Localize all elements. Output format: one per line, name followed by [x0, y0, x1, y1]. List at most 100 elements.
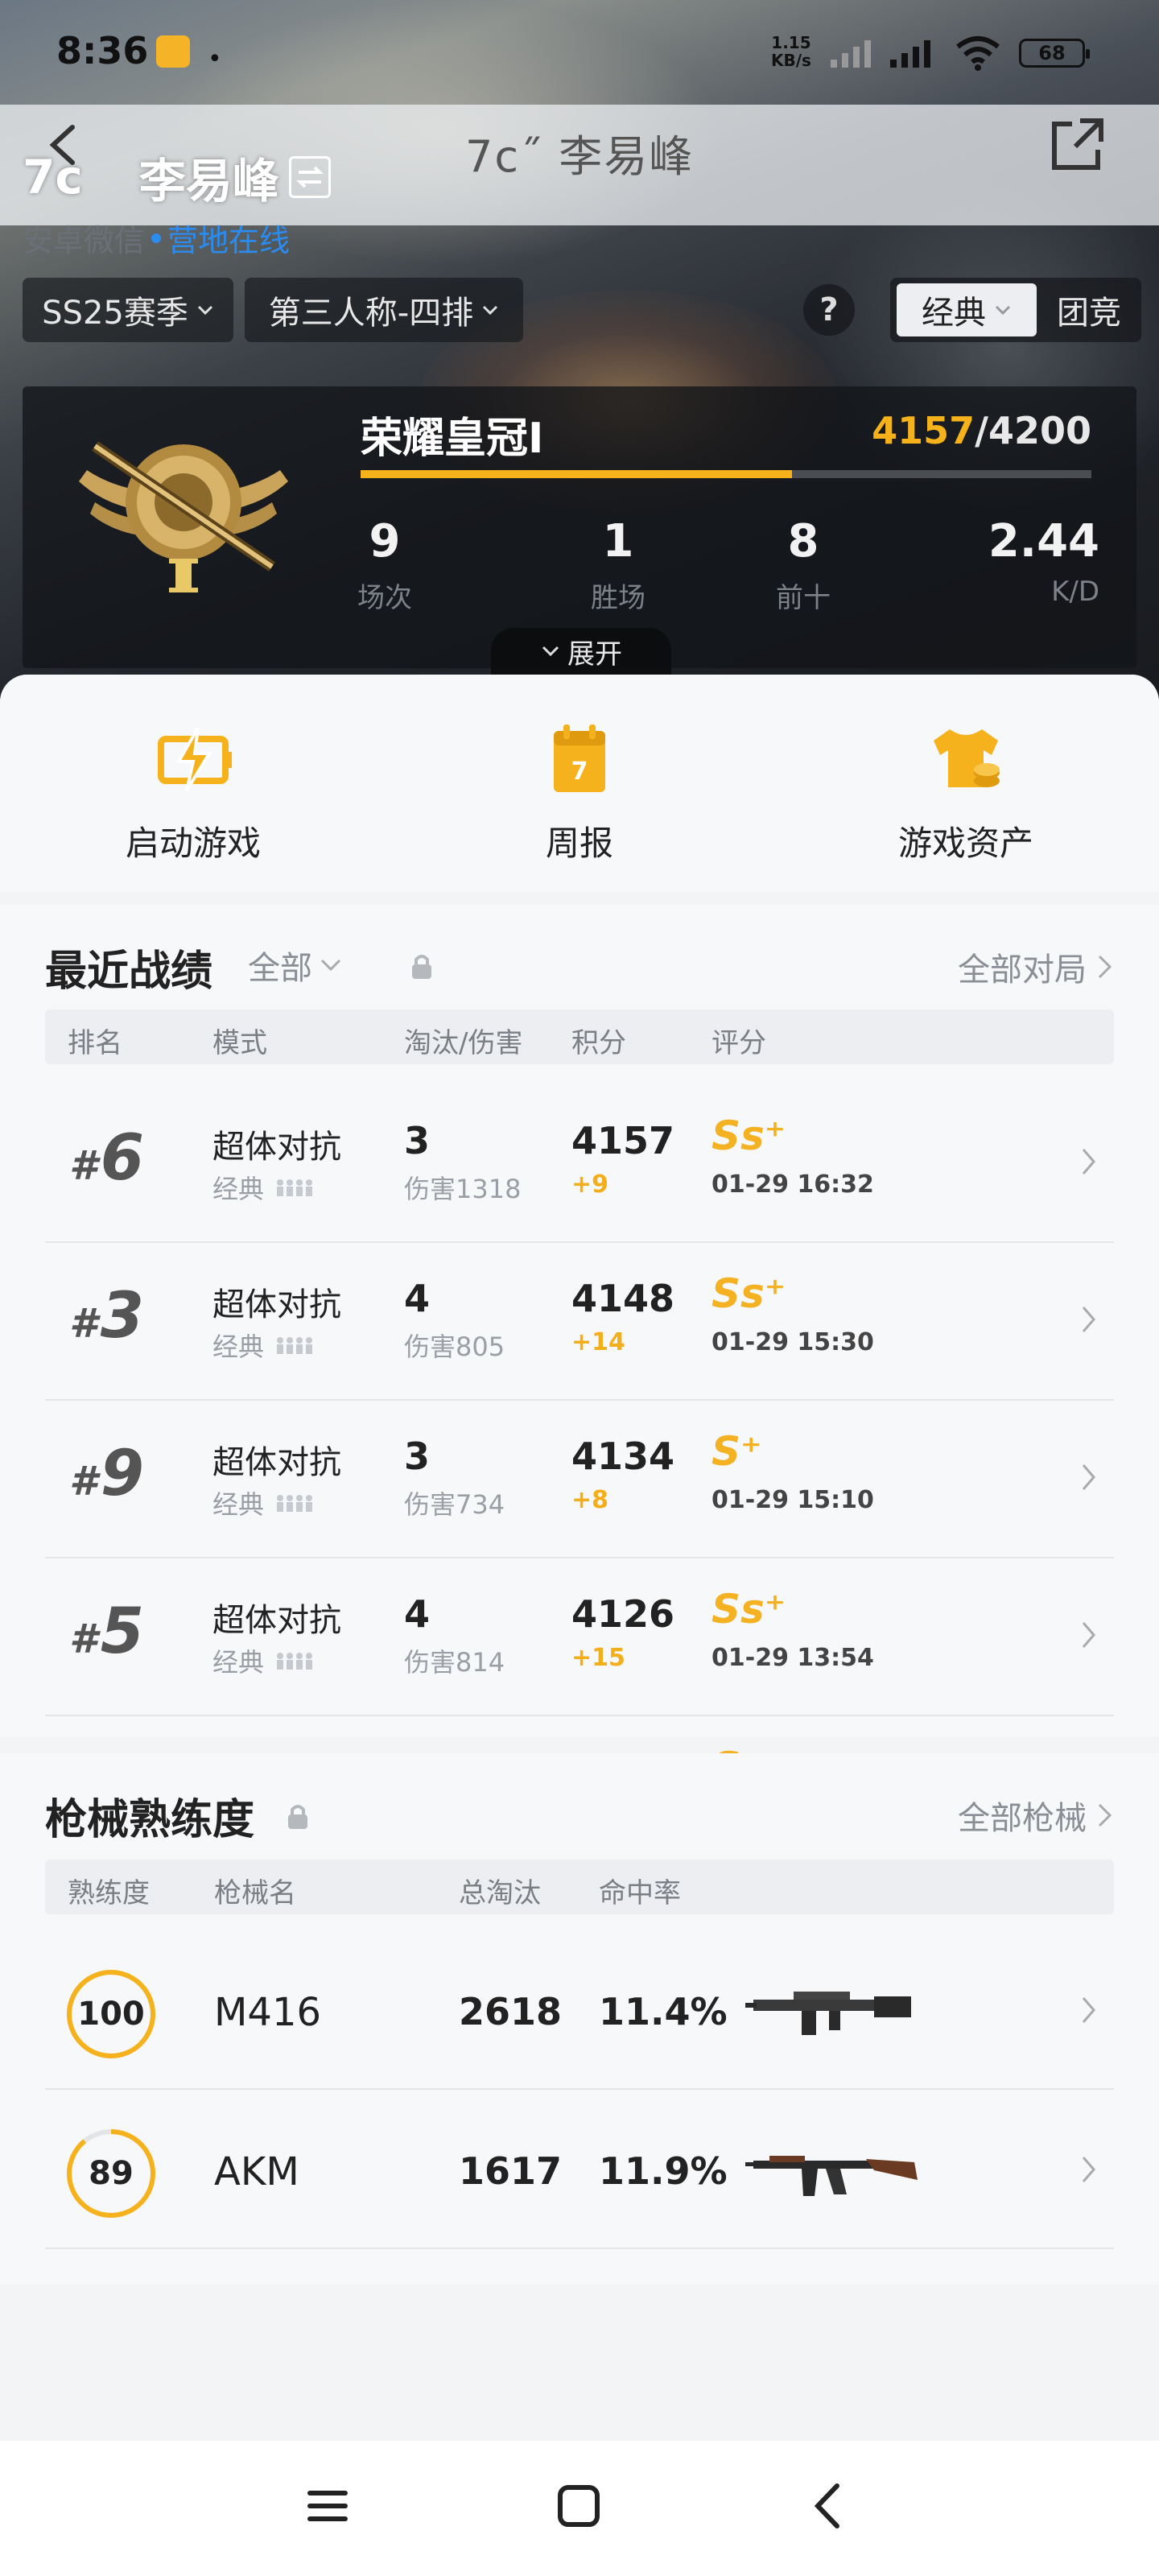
quick-action-label: 启动游戏: [125, 824, 261, 863]
back-nav-icon[interactable]: [802, 2478, 858, 2534]
rank-points-max: 4200: [988, 409, 1091, 452]
recent-matches-title: 最近战绩: [45, 947, 213, 996]
username: 李易峰: [138, 154, 279, 208]
share-icon[interactable]: [1048, 114, 1107, 174]
header-grade: 评分: [711, 1027, 766, 1059]
quick-action-weekly[interactable]: 7 周报: [459, 723, 700, 865]
weapon-row[interactable]: 89 AKM 1617 11.9%: [45, 2090, 1114, 2249]
platform-label: 安卓微信: [23, 223, 146, 258]
rank-progress-fill: [361, 470, 792, 478]
squad-icon: [277, 1179, 313, 1196]
chevron-right-icon: [1082, 2157, 1095, 2182]
battery-icon: 68: [1019, 39, 1090, 68]
all-weapons-label: 全部枪械: [958, 1800, 1087, 1837]
quick-action-launch[interactable]: 启动游戏: [72, 723, 314, 865]
header-mastery: 熟练度: [68, 1877, 150, 1909]
match-damage: 伤害1318: [404, 1174, 522, 1204]
match-grade: Ss⁺: [711, 1586, 786, 1633]
match-sub: 经典: [212, 1169, 314, 1206]
stat-value: 2.44: [988, 515, 1099, 568]
quick-action-assets[interactable]: 游戏资产: [845, 723, 1087, 865]
match-rank: #9: [69, 1438, 145, 1510]
online-dot: [151, 233, 162, 243]
all-matches-link[interactable]: 全部对局: [958, 943, 1114, 990]
recent-filter-label: 全部: [248, 950, 312, 987]
stat-matches: 9 场次: [344, 515, 425, 615]
stat-kd: 2.44 K/D: [979, 515, 1099, 608]
crown-rank-badge: [79, 441, 288, 592]
stat-value: 1: [602, 515, 634, 568]
season-dropdown[interactable]: SS25赛季: [23, 278, 233, 342]
expand-label: 展开: [567, 638, 622, 671]
match-row[interactable]: #6 超体对抗 经典 3 伤害1318 4157 +9 Ss⁺ 01-29 16:32: [45, 1082, 1114, 1243]
chevron-right-icon: [1082, 1997, 1095, 2023]
chevron-right-icon: [1082, 1622, 1095, 1648]
avatar[interactable]: 7c: [23, 150, 83, 204]
user-row: 7c 李易峰: [23, 145, 331, 209]
rank-points-separator: /: [975, 409, 988, 452]
stat-value: 8: [787, 515, 819, 568]
weapon-name: AKM: [214, 2149, 299, 2194]
match-kills: 4: [404, 1277, 431, 1320]
match-row[interactable]: #5 超体对抗 经典 4 伤害814 4126 +15 Ss⁺ 01-29 13:54: [45, 1555, 1114, 1716]
home-icon[interactable]: [551, 2478, 607, 2534]
weapon-table-header: 熟练度 枪械名 总淘汰 命中率: [45, 1860, 1114, 1914]
segment-classic[interactable]: 经典: [897, 283, 1037, 336]
match-date: 01-29 13:54: [711, 1644, 874, 1672]
net-speed: 1.15 KB/s: [771, 34, 811, 69]
notification-icon: [156, 35, 190, 68]
match-rank: #6: [69, 1122, 145, 1195]
stat-label: K/D: [1051, 576, 1099, 608]
match-mode: 超体对抗: [212, 1129, 341, 1166]
all-weapons-link[interactable]: 全部枪械: [958, 1792, 1114, 1839]
segment-tdm[interactable]: 团竞: [1037, 283, 1141, 336]
squad-icon: [277, 1337, 313, 1354]
match-score: 4134: [571, 1435, 675, 1478]
signal-hd-icon: [890, 40, 930, 68]
match-sub: 经典: [212, 1327, 314, 1364]
system-nav-bar: [0, 2441, 1159, 2576]
match-kills: 3: [404, 1435, 431, 1478]
match-date: 01-29 15:10: [711, 1486, 874, 1514]
chevron-down-icon: [995, 305, 1011, 316]
weapon-mastery-section: 枪械熟练度 全部枪械 熟练度 枪械名 总淘汰 命中率 100 M416 2618 11…: [0, 1753, 1159, 2285]
rank-points: 4157/4200: [872, 409, 1091, 452]
stat-top10: 8 前十: [763, 515, 843, 615]
mode-dropdown[interactable]: 第三人称-四排: [245, 278, 523, 342]
chevron-right-icon: [1098, 955, 1112, 979]
match-row[interactable]: #9 超体对抗 经典 3 伤害734 4134 +8 S⁺ 01-29 15:10: [45, 1397, 1114, 1558]
header-kills-damage: 淘汰/伤害: [404, 1027, 523, 1059]
match-sub: 经典: [212, 1484, 314, 1521]
weapon-row[interactable]: 100 M416 2618 11.4%: [45, 1930, 1114, 2090]
recent-table-header: 排名 模式 淘汰/伤害 积分 评分: [45, 1009, 1114, 1064]
match-score: 4157: [571, 1119, 675, 1162]
quick-actions: 启动游戏 7 周报 游戏资产: [0, 675, 1159, 892]
recent-filter-dropdown[interactable]: 全部: [248, 942, 343, 989]
stat-label: 胜场: [591, 582, 645, 614]
menu-icon[interactable]: [299, 2478, 356, 2534]
weapon-mastery-title: 枪械熟练度: [45, 1796, 255, 1844]
swap-account-icon[interactable]: [288, 156, 331, 198]
nav-title: 7c˝ 李易峰: [465, 131, 695, 182]
rank-tier: 荣耀皇冠I: [361, 415, 544, 463]
quick-action-label: 周报: [545, 824, 613, 863]
status-dot: •: [208, 45, 222, 73]
chevron-right-icon: [1082, 1464, 1095, 1490]
match-damage: 伤害734: [404, 1489, 505, 1520]
status-time: 8:36: [56, 29, 149, 72]
chevron-down-icon: [483, 305, 498, 316]
mode-label: 第三人称-四排: [268, 295, 474, 332]
net-speed-value: 1.15: [771, 33, 811, 52]
squad-icon: [277, 1653, 313, 1670]
help-icon[interactable]: ?: [803, 284, 855, 336]
chevron-down-icon: [197, 305, 212, 316]
match-score-delta: +8: [571, 1486, 609, 1514]
stat-label: 前十: [776, 582, 831, 614]
expand-button[interactable]: 展开: [491, 628, 671, 675]
match-grade: Ss⁺: [711, 1270, 786, 1317]
online-status: 营地在线: [167, 223, 291, 258]
wifi-icon: [956, 36, 1000, 71]
match-row[interactable]: #3 超体对抗 经典 4 伤害805 4148 +14 Ss⁺ 01-29 15:30: [45, 1240, 1114, 1401]
mastery-value: 100: [77, 1996, 145, 2033]
match-score-delta: +14: [571, 1328, 625, 1356]
